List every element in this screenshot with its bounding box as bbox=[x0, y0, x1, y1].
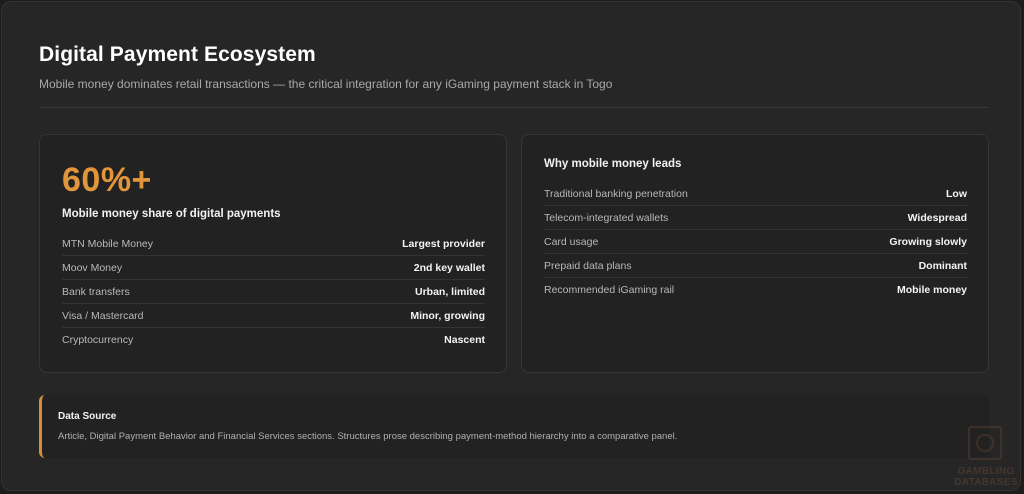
row-value: Nascent bbox=[444, 333, 485, 346]
reason-row: Card usage Growing slowly bbox=[544, 230, 967, 254]
payment-method-list: MTN Mobile Money Largest provider Moov M… bbox=[62, 232, 485, 351]
reason-row: Recommended iGaming rail Mobile money bbox=[544, 278, 967, 301]
watermark-text: GAMBLING DATABASES bbox=[950, 466, 1022, 488]
share-stat: 60%+ bbox=[62, 161, 152, 199]
row-label: Cryptocurrency bbox=[62, 333, 134, 346]
row-value: Growing slowly bbox=[889, 235, 967, 248]
reason-list: Traditional banking penetration Low Tele… bbox=[544, 182, 967, 301]
payment-method-row: Visa / Mastercard Minor, growing bbox=[62, 304, 485, 328]
header-divider bbox=[39, 107, 989, 108]
row-label: Visa / Mastercard bbox=[62, 309, 144, 322]
row-label: Bank transfers bbox=[62, 285, 130, 298]
why-mobile-money-card: Why mobile money leads Traditional banki… bbox=[521, 134, 989, 373]
row-value: Mobile money bbox=[896, 283, 967, 296]
page-title: Digital Payment Ecosystem bbox=[39, 43, 316, 66]
share-stat-label: Mobile money share of digital payments bbox=[62, 208, 281, 220]
row-label: Recommended iGaming rail bbox=[544, 283, 675, 296]
reason-row: Prepaid data plans Dominant bbox=[544, 254, 967, 278]
mobile-money-share-card: 60%+ Mobile money share of digital payme… bbox=[39, 134, 507, 373]
dashboard-panel: Digital Payment Ecosystem Mobile money d… bbox=[1, 1, 1021, 491]
payment-method-row: Bank transfers Urban, limited bbox=[62, 280, 485, 304]
data-source-text: Article, Digital Payment Behavior and Fi… bbox=[58, 431, 678, 442]
row-value: Minor, growing bbox=[410, 309, 485, 322]
gambling-databases-watermark: GAMBLING DATABASES bbox=[950, 424, 1022, 492]
row-value: Widespread bbox=[907, 211, 967, 224]
card-heading: Why mobile money leads bbox=[544, 158, 682, 170]
row-label: Moov Money bbox=[62, 261, 123, 274]
row-value: Dominant bbox=[918, 259, 967, 272]
row-label: Telecom-integrated wallets bbox=[544, 211, 669, 224]
data-source-note: Data Source Article, Digital Payment Beh… bbox=[39, 395, 989, 458]
row-label: Prepaid data plans bbox=[544, 259, 632, 272]
payment-method-row: Moov Money 2nd key wallet bbox=[62, 256, 485, 280]
page-subtitle: Mobile money dominates retail transactio… bbox=[39, 77, 613, 91]
reason-row: Traditional banking penetration Low bbox=[544, 182, 967, 206]
row-value: Urban, limited bbox=[414, 285, 485, 298]
payment-method-row: Cryptocurrency Nascent bbox=[62, 328, 485, 351]
payment-method-row: MTN Mobile Money Largest provider bbox=[62, 232, 485, 256]
reason-row: Telecom-integrated wallets Widespread bbox=[544, 206, 967, 230]
row-value: 2nd key wallet bbox=[413, 261, 485, 274]
watermark-line2: DATABASES bbox=[954, 477, 1018, 488]
watermark-line1: GAMBLING bbox=[957, 466, 1015, 477]
row-value: Largest provider bbox=[402, 237, 485, 250]
row-label: Traditional banking penetration bbox=[544, 187, 688, 200]
data-source-title: Data Source bbox=[58, 411, 117, 422]
row-label: Card usage bbox=[544, 235, 599, 248]
roulette-logo-icon bbox=[968, 426, 1002, 460]
row-value: Low bbox=[946, 187, 967, 200]
row-label: MTN Mobile Money bbox=[62, 237, 154, 250]
